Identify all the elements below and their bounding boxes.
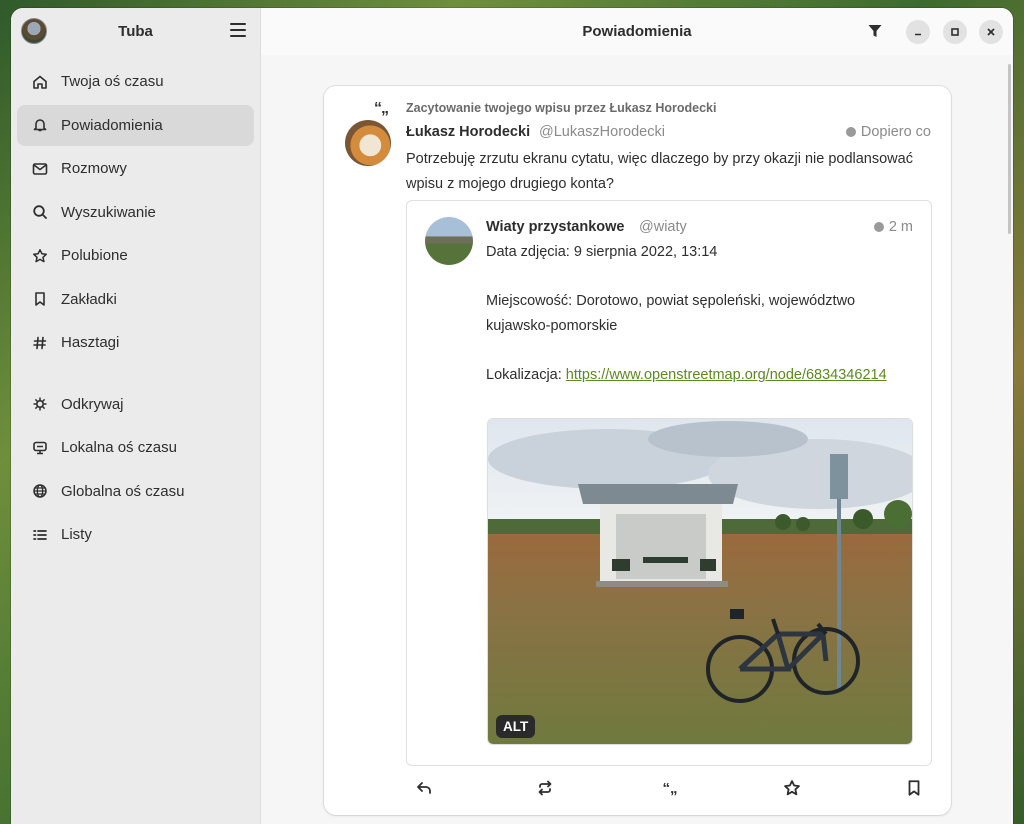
boost-icon — [538, 780, 552, 796]
sidebar-item-label: Twoja oś czasu — [61, 73, 164, 90]
notification-card[interactable]: “„ Zacytowanie twojego wpisu przez Łukas… — [324, 86, 951, 815]
reply-button[interactable] — [412, 776, 436, 800]
minimize-button[interactable] — [906, 20, 930, 44]
sidebar-separator — [17, 366, 254, 384]
menu-icon[interactable] — [230, 23, 246, 37]
reply-icon — [417, 782, 431, 794]
quoted-author-handle[interactable]: @wiaty — [639, 219, 687, 235]
quote-icon: “„ — [374, 100, 389, 117]
osm-link[interactable]: https://www.openstreetmap.org/node/68343… — [566, 367, 887, 383]
sidebar-item-explore[interactable]: Odkrywaj — [17, 384, 254, 425]
sidebar-item-label: Listy — [61, 526, 92, 543]
close-button[interactable] — [979, 20, 1003, 44]
post-actions: “„ — [324, 776, 951, 806]
bookmark-icon — [31, 290, 49, 308]
sidebar-header: Tuba — [11, 8, 260, 55]
sidebar: Tuba Twoja oś czasu Powiadomienia Rozmow… — [11, 8, 261, 824]
post-time: Dopiero co — [845, 124, 931, 140]
sidebar-item-search[interactable]: Wyszukiwanie — [17, 192, 254, 233]
sidebar-item-home[interactable]: Twoja oś czasu — [17, 61, 254, 102]
sidebar-item-label: Zakładki — [61, 290, 117, 308]
page-title: Powiadomienia — [582, 23, 692, 40]
sidebar-item-label: Powiadomienia — [61, 116, 163, 134]
media-attachment[interactable]: ALT — [487, 418, 913, 745]
quote-button[interactable]: “„ — [658, 776, 682, 800]
sidebar-item-notifications[interactable]: Powiadomienia — [17, 104, 254, 146]
sidebar-item-conversations[interactable]: Rozmowy — [17, 148, 254, 189]
globe-icon — [31, 482, 49, 500]
bookmark-icon — [908, 780, 920, 796]
sidebar-item-label: Globalna oś czasu — [61, 482, 185, 500]
hashtag-icon — [31, 334, 49, 352]
author-handle[interactable]: @LukaszHorodecki — [539, 124, 665, 140]
link-prefix: Lokalizacja: — [486, 367, 566, 384]
link-line: Lokalizacja: https://www.openstreetmap.o… — [486, 363, 906, 388]
alt-badge[interactable]: ALT — [496, 715, 536, 738]
sidebar-item-label: Odkrywaj — [61, 395, 124, 413]
sidebar-item-bookmarks[interactable]: Zakładki — [17, 279, 254, 320]
visibility-icon — [873, 222, 884, 232]
sidebar-item-label: Wyszukiwanie — [61, 203, 156, 221]
quoted-avatar[interactable] — [425, 217, 473, 265]
notification-kind: Zacytowanie twojego wpisu przez Łukasz H… — [406, 101, 717, 115]
post-text: Potrzebuję zrzutu ekranu cytatu, więc dl… — [406, 151, 913, 192]
time-label: 2 m — [888, 219, 913, 235]
location-line: Miejscowość: Dorotowo, powiat sępoleński… — [486, 293, 856, 335]
search-icon — [31, 203, 49, 221]
app-title: Tuba — [118, 23, 153, 40]
sidebar-item-label: Rozmowy — [61, 160, 127, 177]
quoted-post-time: 2 m — [873, 219, 913, 235]
home-icon — [31, 73, 49, 91]
favourite-button[interactable] — [780, 776, 804, 800]
scrollbar[interactable] — [1008, 64, 1011, 234]
sidebar-nav: Twoja oś czasu Powiadomienia Rozmowy Wys… — [11, 55, 260, 555]
bookmark-button[interactable] — [902, 776, 926, 800]
header-bar: Powiadomienia — [261, 8, 1013, 55]
minimize-icon — [915, 33, 921, 36]
star-icon — [784, 780, 800, 796]
quote-icon: “„ — [662, 779, 678, 797]
sidebar-item-local-timeline[interactable]: Lokalna oś czasu — [17, 427, 254, 468]
quoted-post[interactable]: Wiaty przystankowe @wiaty 2 m Data zdjęc… — [406, 200, 932, 766]
main-content: Powiadomienia “„ Zacytowanie twojego wpi… — [261, 8, 1013, 824]
maximize-icon — [951, 28, 959, 36]
list-icon — [31, 526, 49, 544]
bell-icon — [31, 116, 49, 134]
sidebar-item-label: Polubione — [61, 247, 128, 264]
avatar[interactable] — [345, 120, 391, 166]
sidebar-item-label: Lokalna oś czasu — [61, 439, 177, 456]
sidebar-item-favourites[interactable]: Polubione — [17, 235, 254, 276]
mail-icon — [31, 160, 49, 178]
filter-icon[interactable] — [867, 23, 883, 39]
star-icon — [31, 247, 49, 265]
close-icon — [987, 28, 995, 36]
maximize-button[interactable] — [943, 20, 967, 44]
bus-shelter-photo — [488, 419, 912, 744]
visibility-icon — [845, 127, 856, 137]
photo-date-line: Data zdjęcia: 9 sierpnia 2022, 13:14 — [486, 244, 718, 260]
boost-button[interactable] — [533, 776, 557, 800]
time-label: Dopiero co — [860, 124, 931, 140]
sidebar-item-label: Hasztagi — [61, 334, 120, 351]
quoted-post-text: Data zdjęcia: 9 sierpnia 2022, 13:14 Mie… — [486, 240, 906, 388]
quoted-author-name[interactable]: Wiaty przystankowe — [486, 219, 624, 235]
author-name[interactable]: Łukasz Horodecki — [406, 124, 530, 140]
sidebar-item-lists[interactable]: Listy — [17, 514, 254, 555]
local-timeline-icon — [31, 439, 49, 457]
app-window: Tuba Twoja oś czasu Powiadomienia Rozmow… — [11, 8, 1013, 824]
sidebar-item-global-timeline[interactable]: Globalna oś czasu — [17, 471, 254, 512]
sidebar-item-hashtags[interactable]: Hasztagi — [17, 322, 254, 363]
explore-icon — [31, 395, 49, 413]
